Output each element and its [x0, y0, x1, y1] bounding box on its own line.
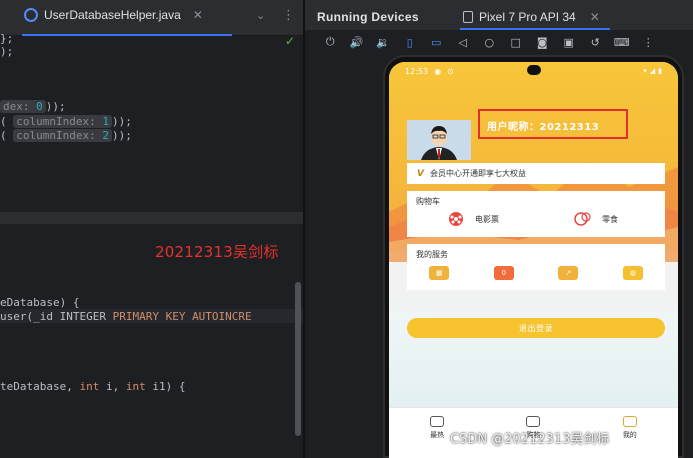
hot-icon	[430, 416, 445, 427]
screen-record-icon[interactable]: ▣	[556, 32, 583, 52]
param-hint: columnIndex: 1	[13, 115, 112, 128]
wifi-icon: ▾	[643, 67, 647, 75]
profile-icon	[622, 416, 637, 427]
cart-item-label: 零食	[602, 214, 618, 224]
device-tab-label: Pixel 7 Pro API 34	[479, 10, 576, 24]
vip-banner[interactable]: V 会员中心开通即享七大权益	[407, 163, 665, 184]
device-toolbar: ⏻ 🔊 🔉 ▯ ▭ ◁ ○ □ ◙ ▣ ↺ ⌨ ⋮	[305, 30, 693, 54]
keyboard-icon[interactable]: ⌨	[609, 32, 636, 52]
user-nickname: 用户昵称：20212313	[487, 122, 600, 133]
code-line: teDatabase, int i, int i1) {	[0, 380, 186, 393]
signal-icon: ◢	[649, 67, 656, 75]
panel-title: Running Devices	[317, 10, 419, 24]
vip-text: 会员中心开通即享七大权益	[429, 169, 526, 178]
vip-icon: V	[417, 168, 424, 179]
volume-down-icon[interactable]: 🔉	[370, 32, 397, 52]
code-editor[interactable]: UserDatabaseHelper.java ✕ ⌄ ⋮ ✓ }; ); de…	[0, 0, 303, 458]
wallet-icon[interactable]: ◍	[622, 266, 643, 280]
code-line: );	[0, 45, 14, 58]
calendar-icon[interactable]: ▦	[429, 266, 450, 280]
vertical-scrollbar[interactable]	[295, 282, 301, 436]
running-devices-header: Running Devices Pixel 7 Pro API 34 ✕	[305, 0, 693, 30]
notification-icon: ⊙	[447, 66, 454, 76]
code-line: eDatabase) {	[0, 296, 80, 309]
cart-item-movie-ticket[interactable]: 电影票	[445, 211, 499, 227]
code-line: dex: 0));	[0, 100, 66, 114]
java-class-icon	[24, 8, 38, 22]
device-icon	[463, 11, 473, 23]
tab-label: UserDatabaseHelper.java	[44, 8, 181, 22]
more-icon[interactable]: ⋮	[282, 8, 295, 23]
battery-icon: ▮	[658, 67, 662, 75]
close-icon[interactable]: ✕	[590, 10, 600, 24]
cart-item-snack[interactable]: 零食	[572, 211, 618, 227]
overview-icon[interactable]: □	[503, 32, 530, 52]
cart-item-label: 电影票	[475, 214, 499, 224]
editor-tab-bar: UserDatabaseHelper.java ✕ ⌄ ⋮	[0, 0, 303, 36]
author-watermark: 20212313吴剑标	[155, 243, 279, 261]
rotate-right-icon[interactable]: ▭	[423, 32, 450, 52]
screenshot-icon[interactable]: ◙	[529, 32, 556, 52]
inspection-ok-icon[interactable]: ✓	[285, 34, 295, 48]
notification-icon: ◉	[434, 66, 442, 76]
coupon-icon[interactable]: 0	[493, 266, 514, 280]
param-hint: columnIndex: 2	[13, 129, 112, 142]
param-hint: dex: 0	[0, 100, 46, 113]
tab-userdatabasehelper[interactable]: UserDatabaseHelper.java ✕	[24, 8, 203, 22]
nav-label: 我的	[622, 431, 637, 439]
shopping-icon	[526, 416, 541, 427]
chevron-down-icon[interactable]: ⌄	[256, 9, 265, 22]
home-icon[interactable]: ○	[476, 32, 503, 52]
back-icon[interactable]: ◁	[450, 32, 477, 52]
status-time: 12:53	[405, 66, 429, 76]
share-icon[interactable]: ↗	[558, 266, 579, 280]
code-fold-bar	[0, 212, 303, 224]
snapshot-icon[interactable]: ↺	[582, 32, 609, 52]
nav-label: 最热	[430, 431, 445, 439]
tab-pixel-7-pro[interactable]: Pixel 7 Pro API 34 ✕	[463, 10, 600, 24]
csdn-watermark: CSDN @20212313吴剑标	[450, 432, 610, 447]
page-background	[389, 292, 678, 407]
movie-ticket-icon	[449, 212, 463, 226]
code-line: ( columnIndex: 1));	[0, 115, 132, 128]
code-line: user(_id INTEGER PRIMARY KEY AUTOINCRE	[0, 310, 252, 323]
device-screen[interactable]: 12:53 ◉ ⊙ ▾ ◢ ▮ 用户昵称：20212313 V 会员中心开通即享…	[389, 62, 678, 458]
power-icon[interactable]: ⏻	[317, 32, 344, 52]
camera-cutout	[527, 65, 541, 75]
rotate-left-icon[interactable]: ▯	[397, 32, 424, 52]
close-icon[interactable]: ✕	[193, 8, 203, 22]
code-line: ( columnIndex: 2));	[0, 129, 132, 142]
snack-icon	[574, 212, 591, 226]
services-title: 我的服务	[416, 250, 448, 259]
code-line: };	[0, 32, 14, 45]
more-icon[interactable]: ⋮	[635, 32, 662, 52]
shopping-cart-card: 购物车 电影票 零食	[407, 191, 665, 237]
my-services-card: 我的服务 ▦ 0 ↗ ◍	[407, 244, 665, 290]
active-tab-indicator	[22, 34, 232, 36]
logout-button[interactable]: 退出登录	[407, 318, 665, 338]
volume-up-icon[interactable]: 🔊	[344, 32, 371, 52]
cart-title: 购物车	[416, 197, 440, 206]
avatar[interactable]	[407, 120, 471, 160]
